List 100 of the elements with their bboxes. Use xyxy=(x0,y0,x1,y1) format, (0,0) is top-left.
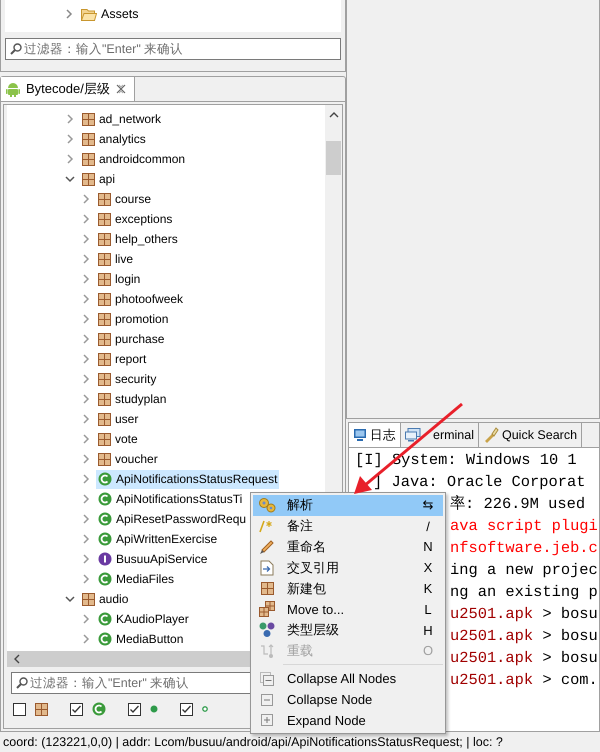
tree-item[interactable]: androidcommon xyxy=(80,150,188,168)
shortcut-key: K xyxy=(424,581,432,596)
tree-item[interactable]: studyplan xyxy=(96,390,168,408)
menu-item[interactable]: 新建包 K xyxy=(253,578,443,599)
tree-item[interactable]: KAudioPlayer xyxy=(96,610,191,628)
search-icon xyxy=(16,677,28,689)
log-line: u2501.apk > com. xyxy=(450,670,598,691)
shortcut-key: N xyxy=(423,539,433,554)
pencil-icon xyxy=(259,538,275,555)
tree-item[interactable]: voucher xyxy=(96,450,160,468)
tree-item[interactable]: course xyxy=(96,190,154,208)
tab-label: Quick Search xyxy=(502,428,578,442)
log-line: [I] System: Windows 10 1 xyxy=(355,450,577,471)
checkbox[interactable] xyxy=(128,702,141,716)
package-icon xyxy=(260,582,274,596)
package-icon xyxy=(98,212,111,226)
scroll-up-icon[interactable] xyxy=(328,111,338,119)
package-icon xyxy=(98,312,111,326)
package-icon xyxy=(98,452,111,466)
package-icon xyxy=(82,172,95,186)
tree-item[interactable]: live xyxy=(96,250,136,268)
menu-item[interactable]: Expand Node xyxy=(253,710,443,731)
tree-item[interactable]: report xyxy=(96,350,148,368)
package-icon xyxy=(82,152,95,166)
bytecode-tab[interactable]: Bytecode/层级 xyxy=(1,77,135,101)
class-icon xyxy=(98,632,112,646)
ring-icon xyxy=(202,706,208,712)
package-icon xyxy=(82,132,95,146)
tree-item[interactable]: api xyxy=(80,170,118,188)
tree-item[interactable]: Assets xyxy=(79,4,141,24)
scrollbar-thumb[interactable] xyxy=(326,141,341,175)
shortcut-key: ⇆ xyxy=(422,497,434,514)
tree-item[interactable]: ad_network xyxy=(80,110,164,128)
package-icon xyxy=(98,192,111,206)
tree-item[interactable]: login xyxy=(96,270,142,288)
class-icon xyxy=(98,532,112,546)
package-icon xyxy=(98,332,111,346)
tree-item[interactable]: photoofweek xyxy=(96,290,186,308)
class-icon xyxy=(98,472,112,486)
package-icon xyxy=(82,112,95,126)
tree-item[interactable]: user xyxy=(96,410,140,428)
menu-item[interactable]: 备注 / xyxy=(253,516,443,537)
document-arrow-icon xyxy=(260,560,274,576)
log-line: u2501.apk > bosu xyxy=(450,648,598,669)
tree-item[interactable]: analytics xyxy=(80,130,148,148)
tree-item[interactable]: promotion xyxy=(96,310,170,328)
tree-item[interactable]: ApiNotificationsStatusTi xyxy=(96,490,244,508)
robot-icon xyxy=(6,81,20,97)
class-icon xyxy=(98,612,112,626)
log-line: u2501.apk > bosu xyxy=(450,626,598,647)
package-icon xyxy=(98,292,111,306)
package-icon xyxy=(98,272,111,286)
log-tab[interactable]: 日志 xyxy=(349,423,401,447)
package-icon xyxy=(98,372,111,386)
tree-item[interactable]: exceptions xyxy=(96,210,174,228)
log-line: nfsoftware.jeb.c xyxy=(450,538,598,559)
search-icon xyxy=(10,43,22,55)
log-line: ava script plugi xyxy=(450,516,598,537)
scroll-left-icon[interactable] xyxy=(13,654,21,664)
menu-item[interactable]: 解析 ⇆ xyxy=(253,495,443,516)
menu-item[interactable]: Move to... L xyxy=(253,598,443,620)
tree-item[interactable]: security xyxy=(96,370,158,388)
package-icon xyxy=(35,702,48,716)
tree-item[interactable]: BusuuApiService xyxy=(96,550,210,568)
interface-icon xyxy=(98,552,112,566)
menu-item[interactable]: 交叉引用 X xyxy=(253,557,443,578)
tree-item[interactable]: help_others xyxy=(96,230,180,248)
menu-item[interactable]: 重命名 N xyxy=(253,536,443,558)
tab-label: erminal xyxy=(432,428,474,442)
close-icon[interactable] xyxy=(116,84,126,94)
log-line: 率: 226.9M used xyxy=(450,494,586,515)
minus-box-icon xyxy=(261,694,273,706)
checkbox[interactable] xyxy=(180,702,193,716)
package-icon xyxy=(98,252,111,266)
class-icon xyxy=(98,572,112,586)
package-icon xyxy=(98,412,111,426)
tree-item[interactable]: ApiWrittenExercise xyxy=(96,530,220,548)
checkbox[interactable] xyxy=(13,702,26,716)
class-icon xyxy=(98,492,112,506)
tree-item[interactable]: purchase xyxy=(96,330,166,348)
log-line: ing a new projec xyxy=(450,560,598,581)
tree-item[interactable]: MediaButton xyxy=(96,630,186,648)
filter-field[interactable]: 过滤器：输入"Enter" 来确认 xyxy=(5,38,341,60)
tree-item[interactable]: vote xyxy=(96,430,140,448)
shortcut-key: X xyxy=(424,560,432,576)
dot-icon xyxy=(150,705,158,713)
torch-icon xyxy=(483,427,499,443)
tree-item[interactable]: ApiResetPasswordRequ xyxy=(96,510,248,528)
menu-item[interactable]: 类型层级 H xyxy=(253,620,443,641)
tree-item[interactable]: ApiNotificationsStatusRequest xyxy=(96,470,280,488)
class-icon xyxy=(98,512,112,526)
checkbox[interactable] xyxy=(70,702,83,716)
packages-icon xyxy=(259,601,275,618)
shortcut-key: O xyxy=(422,643,434,658)
tab-label: 日志 xyxy=(370,426,396,444)
branch-icon xyxy=(260,642,274,659)
package-icon xyxy=(82,592,95,606)
tree-item[interactable]: MediaFiles xyxy=(96,570,176,588)
tree-item[interactable]: audio xyxy=(80,590,130,608)
monitor-icon xyxy=(405,428,421,442)
